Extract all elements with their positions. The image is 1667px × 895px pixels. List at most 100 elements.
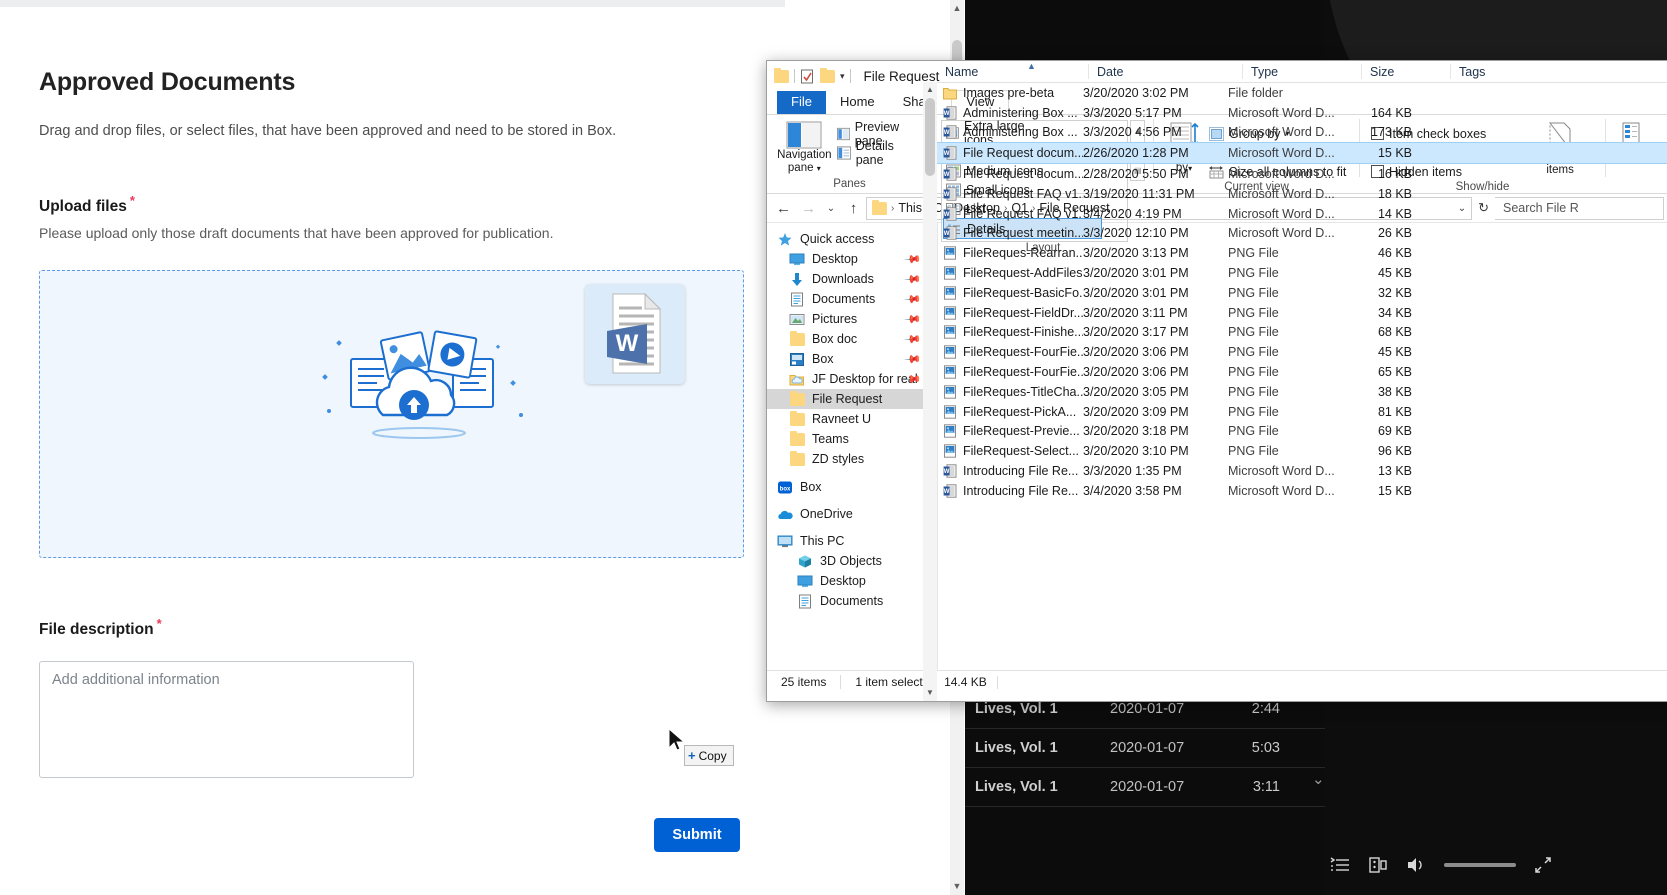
- forward-button[interactable]: →: [796, 200, 821, 217]
- file-list-scrollbar-thumb[interactable]: [925, 98, 935, 176]
- volume-icon[interactable]: [1406, 856, 1426, 874]
- navigation-pane-button[interactable]: Navigation pane ▾: [775, 119, 834, 175]
- nav-item-pictures[interactable]: Pictures 📌: [767, 309, 937, 329]
- recent-locations-button[interactable]: ⌄: [821, 203, 841, 214]
- table-row[interactable]: WFile Request docum...2/28/2020 5:50 PMM…: [937, 164, 1667, 184]
- chevron-down-icon[interactable]: ▾: [840, 71, 845, 82]
- file-name-text: FileRequest-Finishe...: [963, 325, 1083, 339]
- properties-icon[interactable]: [800, 69, 815, 84]
- file-list-scrollbar[interactable]: ▲ ▼: [923, 82, 937, 701]
- file-date-cell: 3/3/2020 12:10 PM: [1083, 226, 1228, 240]
- tab-home[interactable]: Home: [826, 91, 889, 114]
- table-row[interactable]: FileRequest-FieldDr...3/20/2020 3:11 PMP…: [937, 303, 1667, 323]
- file-size-cell: 14 KB: [1338, 207, 1412, 221]
- table-row[interactable]: WFile Request FAQ v1...3/19/2020 11:31 P…: [937, 184, 1667, 204]
- file-name-text: FileRequest-FieldDr...: [963, 306, 1083, 320]
- breadcrumb-separator[interactable]: ›: [891, 203, 894, 214]
- nav-item-zd-styles[interactable]: ZD styles: [767, 449, 937, 469]
- folder-icon[interactable]: [774, 70, 789, 83]
- file-size-cell: 34 KB: [1338, 306, 1412, 320]
- file-type-cell: PNG File: [1228, 385, 1338, 399]
- table-row[interactable]: FileRequest-Previe...3/20/2020 3:18 PMPN…: [937, 422, 1667, 442]
- column-header-tags[interactable]: Tags: [1451, 64, 1569, 79]
- nav-item-documents[interactable]: Documents 📌: [767, 289, 937, 309]
- column-header-type[interactable]: Type: [1243, 64, 1362, 79]
- playlist-icon[interactable]: [1330, 857, 1350, 873]
- pictures-icon: [789, 312, 805, 327]
- scroll-up-icon[interactable]: ▲: [950, 0, 964, 17]
- file-description-input[interactable]: [39, 661, 414, 778]
- nav-item-box-drive[interactable]: Box 📌: [767, 349, 937, 369]
- table-row[interactable]: WIntroducing File Re...3/4/2020 3:58 PMM…: [937, 481, 1667, 501]
- chevron-down-icon[interactable]: ⌄: [1312, 770, 1325, 788]
- nav-item-box[interactable]: box Box: [767, 477, 937, 497]
- pin-icon[interactable]: 📌: [903, 290, 922, 309]
- nav-item-teams[interactable]: Teams: [767, 429, 937, 449]
- file-size-cell: 164 KB: [1338, 106, 1412, 120]
- column-header-size[interactable]: Size: [1362, 64, 1451, 79]
- nav-item-label: OneDrive: [800, 507, 853, 521]
- table-row[interactable]: Images pre-beta3/20/2020 3:02 PMFile fol…: [937, 83, 1667, 103]
- table-row[interactable]: FileRequest-BasicFo...3/20/2020 3:01 PMP…: [937, 283, 1667, 303]
- nav-item-this-pc[interactable]: This PC: [767, 531, 937, 551]
- volume-slider[interactable]: [1444, 863, 1516, 867]
- nav-item-documents-pc[interactable]: Documents: [767, 591, 937, 611]
- back-button[interactable]: ←: [771, 200, 796, 217]
- new-folder-icon[interactable]: [820, 70, 835, 83]
- fullscreen-icon[interactable]: [1534, 856, 1552, 874]
- file-size-cell: 15 KB: [1338, 146, 1412, 160]
- table-row[interactable]: WAdministering Box ...3/3/2020 4:56 PMMi…: [937, 123, 1667, 143]
- pin-icon[interactable]: 📌: [903, 250, 922, 269]
- media-playlist-row[interactable]: Lives, Vol. 1 2020-01-07 5:03: [965, 729, 1325, 768]
- pin-icon[interactable]: 📌: [903, 350, 922, 369]
- table-row[interactable]: FileReques-TitleCha...3/20/2020 3:05 PMP…: [937, 382, 1667, 402]
- nav-item-box-doc[interactable]: Box doc 📌: [767, 329, 937, 349]
- nav-item-3d-objects[interactable]: 3D Objects: [767, 551, 937, 571]
- file-name-cell: FileRequest-FieldDr...: [943, 306, 1083, 320]
- submit-button[interactable]: Submit: [654, 818, 740, 852]
- media-playlist-row[interactable]: Lives, Vol. 1 2020-01-07 3:11: [965, 768, 1325, 807]
- table-row[interactable]: WFile Request meetin...3/3/2020 12:10 PM…: [937, 224, 1667, 244]
- nav-item-quick-access[interactable]: Quick access: [767, 229, 937, 249]
- file-size-cell: 15 KB: [1338, 484, 1412, 498]
- nav-item-onedrive[interactable]: OneDrive: [767, 504, 937, 524]
- table-row[interactable]: WIntroducing File Re...3/3/2020 1:35 PMM…: [937, 461, 1667, 481]
- table-row[interactable]: FileRequest-Finishe...3/20/2020 3:17 PMP…: [937, 323, 1667, 343]
- pin-icon[interactable]: 📌: [903, 270, 922, 289]
- nav-item-desktop-pc[interactable]: Desktop: [767, 571, 937, 591]
- details-pane-button[interactable]: Details pane: [834, 143, 924, 162]
- nav-item-file-request[interactable]: File Request: [767, 389, 937, 409]
- up-button[interactable]: ↑: [841, 200, 866, 217]
- svg-text:W: W: [944, 192, 950, 198]
- table-row[interactable]: FileReques-Rearran...3/20/2020 3:13 PMPN…: [937, 243, 1667, 263]
- file-dropzone[interactable]: W + Copy: [39, 270, 744, 558]
- scroll-down-icon[interactable]: ▼: [923, 685, 937, 701]
- word-icon: W: [943, 226, 957, 240]
- tab-file[interactable]: File: [777, 91, 826, 114]
- table-row[interactable]: WFile Request FAQ v1...3/4/2020 4:19 PMM…: [937, 204, 1667, 224]
- nav-item-jf-desktop[interactable]: JF Desktop for real: 📌: [767, 369, 937, 389]
- table-row[interactable]: FileRequest-AddFiles3/20/2020 3:01 PMPNG…: [937, 263, 1667, 283]
- pin-icon[interactable]: 📌: [903, 330, 922, 349]
- table-row[interactable]: WAdministering Box ...3/3/2020 5:17 PMMi…: [937, 103, 1667, 123]
- table-row[interactable]: FileRequest-FourFie...3/20/2020 3:06 PMP…: [937, 342, 1667, 362]
- table-row[interactable]: WFile Request docum...2/26/2020 1:28 PMM…: [937, 142, 1667, 164]
- cast-icon[interactable]: [1368, 856, 1388, 874]
- file-name-cell: WIntroducing File Re...: [943, 484, 1083, 498]
- column-header-date[interactable]: Date: [1089, 64, 1243, 79]
- nav-item-ravneet-u[interactable]: Ravneet U: [767, 409, 937, 429]
- file-date-cell: 3/20/2020 3:06 PM: [1083, 365, 1228, 379]
- media-row-duration: 5:03: [1220, 740, 1280, 756]
- nav-item-desktop[interactable]: Desktop 📌: [767, 249, 937, 269]
- table-row[interactable]: FileRequest-FourFie...3/20/2020 3:06 PMP…: [937, 362, 1667, 382]
- cloud-upload-illustration: [315, 319, 545, 459]
- scroll-down-icon[interactable]: ▼: [950, 878, 964, 895]
- ribbon-group-panes-label: Panes: [767, 178, 932, 193]
- pin-icon[interactable]: 📌: [903, 310, 922, 329]
- column-header-name[interactable]: Name: [937, 64, 1089, 79]
- table-row[interactable]: FileRequest-Select...3/20/2020 3:10 PMPN…: [937, 441, 1667, 461]
- scroll-up-icon[interactable]: ▲: [923, 82, 937, 98]
- table-row[interactable]: FileRequest-PickA...3/20/2020 3:09 PMPNG…: [937, 402, 1667, 422]
- nav-item-label: Desktop: [820, 574, 866, 588]
- nav-item-downloads[interactable]: Downloads 📌: [767, 269, 937, 289]
